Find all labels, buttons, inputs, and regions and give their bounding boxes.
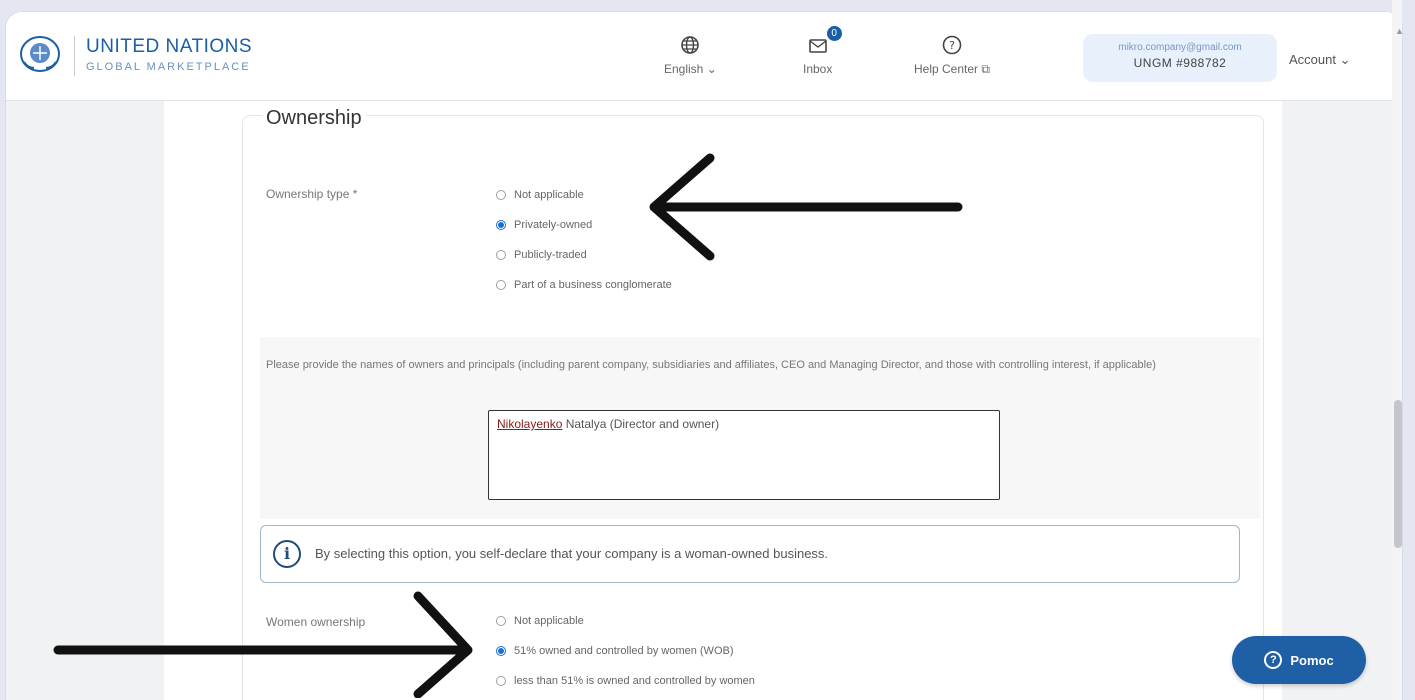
inbox-link[interactable]: 0 Inbox bbox=[803, 26, 842, 76]
radio-label: Part of a business conglomerate bbox=[514, 279, 672, 291]
section-title-ownership: Ownership bbox=[262, 107, 366, 130]
radio-label: Publicly-traded bbox=[514, 249, 587, 261]
radio-label: Privately-owned bbox=[514, 219, 593, 231]
owners-value-rest: Natalya (Director and owner) bbox=[562, 417, 720, 431]
women-option-wob[interactable]: 51% owned and controlled by women (WOB) bbox=[496, 645, 734, 657]
account-id: UNGM #988782 bbox=[1133, 56, 1227, 70]
info-text: By selecting this option, you self-decla… bbox=[315, 546, 829, 561]
radio-label: 51% owned and controlled by women (WOB) bbox=[514, 645, 734, 657]
info-icon: i bbox=[273, 540, 301, 568]
question-icon: ? bbox=[1264, 651, 1283, 669]
logo-title[interactable]: UNITED NATIONS bbox=[86, 36, 252, 58]
radio-button[interactable] bbox=[496, 250, 506, 260]
women-option-less-than-51[interactable]: less than 51% is owned and controlled by… bbox=[496, 675, 755, 687]
ownership-option-privately-owned[interactable]: Privately-owned bbox=[496, 219, 592, 231]
un-emblem-icon[interactable] bbox=[20, 36, 60, 72]
owners-panel: Please provide the names of owners and p… bbox=[260, 337, 1260, 519]
chevron-down-icon: ⌄ bbox=[706, 62, 717, 76]
radio-button[interactable] bbox=[496, 280, 506, 290]
info-callout: i By selecting this option, you self-dec… bbox=[260, 525, 1240, 583]
radio-label: Not applicable bbox=[514, 615, 584, 627]
help-button-label: Pomoc bbox=[1290, 652, 1334, 668]
scroll-up-icon[interactable]: ▲ bbox=[1395, 26, 1404, 36]
radio-button[interactable] bbox=[496, 616, 506, 626]
annotation-arrow-women-ownership bbox=[53, 591, 473, 698]
language-label: English bbox=[664, 62, 704, 76]
globe-icon bbox=[681, 36, 700, 54]
top-header: UNITED NATIONS GLOBAL MARKETPLACE Englis… bbox=[6, 12, 1402, 101]
account-info[interactable]: mikro.company@gmail.com UNGM #988782 bbox=[1083, 34, 1277, 82]
right-gutter bbox=[1282, 101, 1402, 700]
owners-description: Please provide the names of owners and p… bbox=[266, 359, 1156, 371]
ownership-type-label: Ownership type * bbox=[266, 187, 358, 201]
radio-button-selected[interactable] bbox=[496, 220, 506, 230]
help-center-label: Help Center bbox=[914, 62, 979, 76]
women-option-not-applicable[interactable]: Not applicable bbox=[496, 615, 584, 627]
account-email: mikro.company@gmail.com bbox=[1118, 42, 1242, 53]
logo-divider bbox=[74, 36, 75, 76]
owners-textarea[interactable]: Nikolayenko Natalya (Director and owner) bbox=[488, 410, 1000, 500]
help-chat-button[interactable]: ? Pomoc bbox=[1232, 636, 1366, 684]
chevron-down-icon: ⌄ bbox=[1339, 52, 1351, 67]
external-link-icon: ⧉ bbox=[981, 62, 990, 76]
page-scrollbar[interactable] bbox=[1392, 0, 1402, 700]
inbox-icon-wrap: 0 bbox=[807, 26, 842, 56]
radio-button[interactable] bbox=[496, 190, 506, 200]
radio-label: less than 51% is owned and controlled by… bbox=[514, 675, 755, 687]
question-circle-icon: ? bbox=[942, 35, 962, 55]
language-selector[interactable]: English ⌄ bbox=[664, 34, 717, 76]
logo-subtitle[interactable]: GLOBAL MARKETPLACE bbox=[86, 61, 251, 73]
ownership-option-not-applicable[interactable]: Not applicable bbox=[496, 189, 584, 201]
account-menu-label: Account bbox=[1289, 52, 1336, 67]
svg-text:?: ? bbox=[949, 39, 955, 52]
radio-button-selected[interactable] bbox=[496, 646, 506, 656]
radio-button[interactable] bbox=[496, 676, 506, 686]
mail-icon bbox=[808, 39, 827, 53]
ownership-option-publicly-traded[interactable]: Publicly-traded bbox=[496, 249, 587, 261]
help-center-link[interactable]: ? Help Center ⧉ bbox=[914, 34, 990, 77]
inbox-label: Inbox bbox=[803, 62, 833, 76]
annotation-arrow-ownership bbox=[649, 153, 963, 261]
owners-value-surname: Nikolayenko bbox=[497, 417, 563, 431]
scrollbar-thumb[interactable] bbox=[1394, 400, 1402, 548]
ownership-option-conglomerate[interactable]: Part of a business conglomerate bbox=[496, 279, 672, 291]
inbox-count-badge: 0 bbox=[826, 26, 842, 41]
radio-label: Not applicable bbox=[514, 189, 584, 201]
account-menu[interactable]: Account ⌄ bbox=[1289, 52, 1351, 68]
